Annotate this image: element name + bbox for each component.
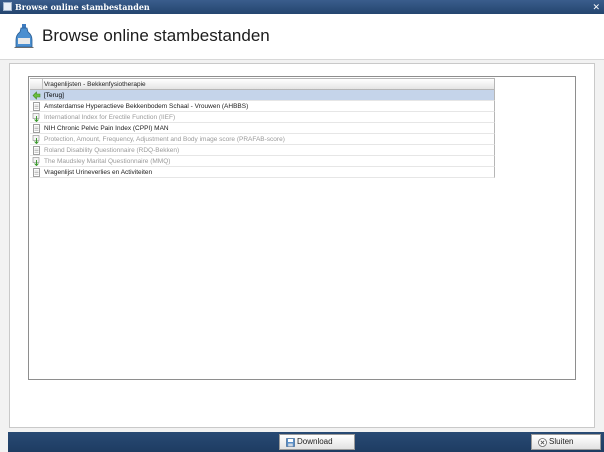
- app-icon: [3, 2, 12, 11]
- list-item-label: [Terug]: [44, 92, 64, 99]
- footer-bar: Download Sluiten: [8, 432, 604, 452]
- column-header[interactable]: Vragenlijsten - Bekkenfysiotherapie: [30, 78, 495, 90]
- list-item[interactable]: Amsterdamse Hyperactieve Bekkenbodem Sch…: [30, 101, 495, 112]
- title-bar[interactable]: Browse online stambestanden ✕: [0, 0, 604, 14]
- download-icon: [32, 135, 41, 144]
- page-header: Browse online stambestanden: [0, 14, 604, 60]
- list-item-label: International Index for Erectile Functio…: [44, 114, 176, 121]
- list-item[interactable]: International Index for Erectile Functio…: [30, 112, 495, 123]
- download-button[interactable]: Download: [279, 434, 355, 450]
- list-item-label: Amsterdamse Hyperactieve Bekkenbodem Sch…: [44, 103, 249, 110]
- list-item[interactable]: [Terug]: [30, 90, 495, 101]
- list-item[interactable]: NIH Chronic Pelvic Pain Index (CPPI) MAN: [30, 123, 495, 134]
- list-item-label: Vragenlijst Urineverlies en Activiteiten: [44, 169, 153, 176]
- list-item-label: The Maudsley Marital Questionnaire (MMQ): [44, 158, 171, 165]
- list-item[interactable]: Roland Disability Questionnaire (RDQ-Bek…: [30, 145, 495, 156]
- column-gutter: [30, 79, 43, 89]
- close-icon[interactable]: ✕: [592, 0, 600, 14]
- document-icon: [32, 168, 41, 177]
- window-title: Browse online stambestanden: [15, 2, 150, 12]
- document-icon: [32, 146, 41, 155]
- browse-window: Browse online stambestanden ✕ Browse onl…: [0, 0, 604, 452]
- list-item-label: Roland Disability Questionnaire (RDQ-Bek…: [44, 147, 180, 154]
- close-label: Sluiten: [549, 437, 574, 446]
- document-icon: [32, 102, 41, 111]
- column-header-label: Vragenlijsten - Bekkenfysiotherapie: [44, 81, 146, 88]
- list-item[interactable]: Vragenlijst Urineverlies en Activiteiten: [30, 167, 495, 178]
- close-circle-icon: [538, 438, 547, 447]
- list-table: Vragenlijsten - Bekkenfysiotherapie [Ter…: [30, 78, 495, 178]
- download-label: Download: [297, 437, 333, 446]
- save-icon: [286, 438, 295, 447]
- list-item-label: NIH Chronic Pelvic Pain Index (CPPI) MAN: [44, 125, 169, 132]
- list-item-label: Protection, Amount, Frequency, Adjustmen…: [44, 136, 285, 143]
- download-icon: [32, 157, 41, 166]
- list-item[interactable]: The Maudsley Marital Questionnaire (MMQ): [30, 156, 495, 167]
- document-icon: [32, 124, 41, 133]
- close-button[interactable]: Sluiten: [531, 434, 601, 450]
- page-title: Browse online stambestanden: [42, 26, 270, 45]
- list-item[interactable]: Protection, Amount, Frequency, Adjustmen…: [30, 134, 495, 145]
- back-arrow-icon: [32, 91, 41, 100]
- questionnaire-list[interactable]: Vragenlijsten - Bekkenfysiotherapie [Ter…: [28, 76, 576, 380]
- bottle-icon: [14, 24, 34, 48]
- download-icon: [32, 113, 41, 122]
